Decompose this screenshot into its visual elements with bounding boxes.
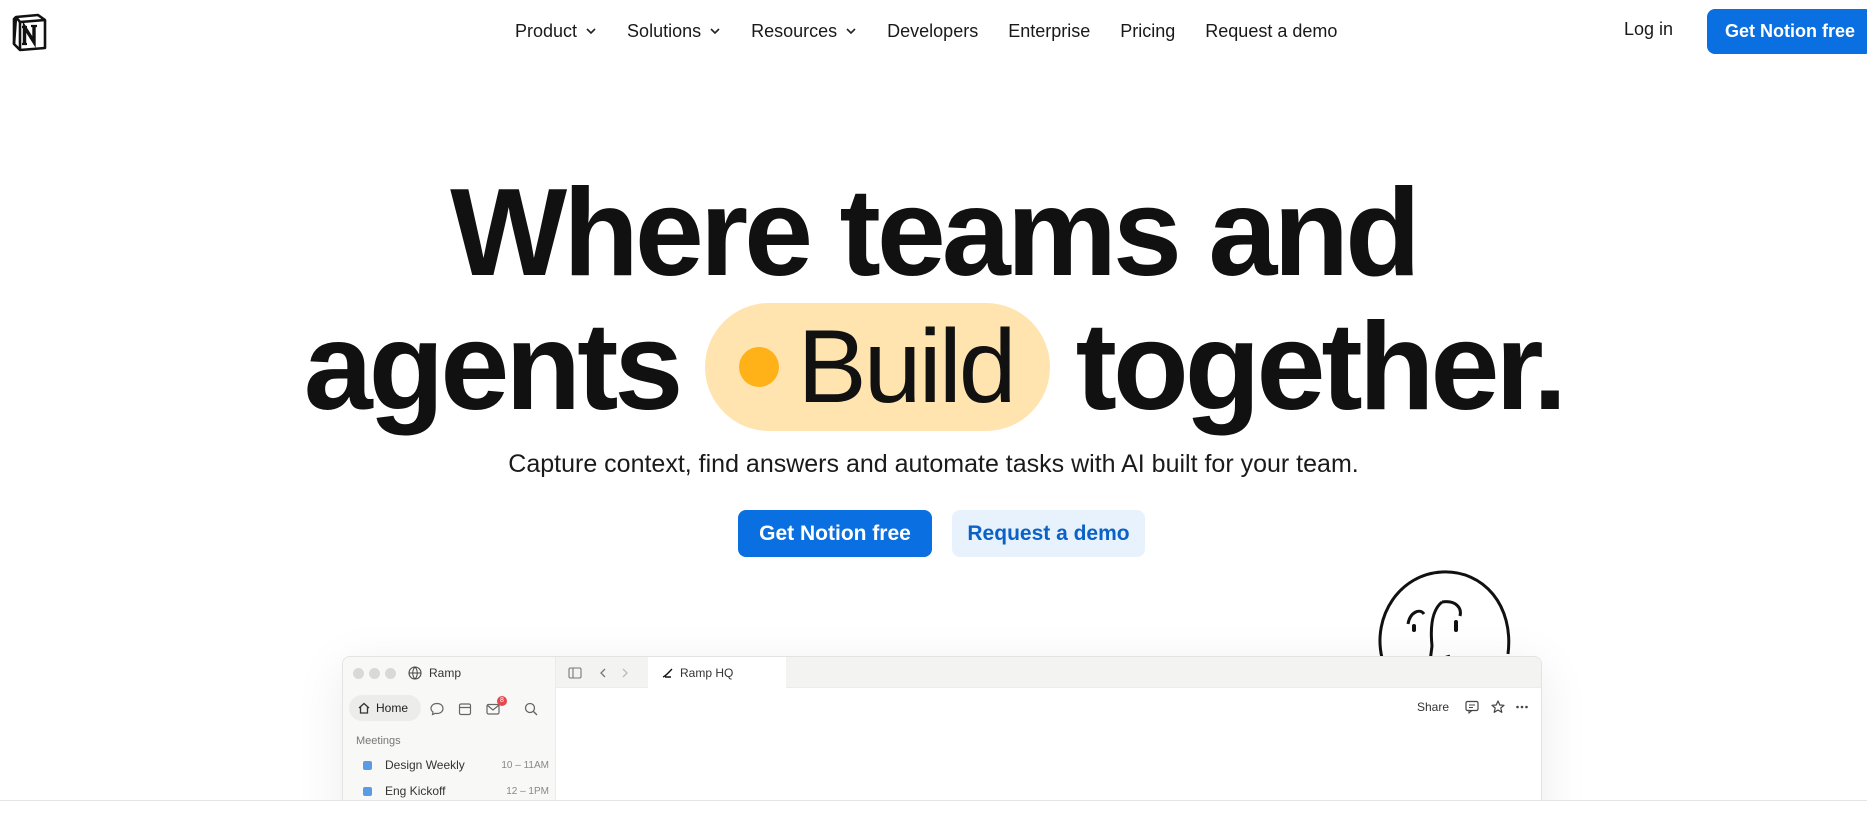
close-dot-icon xyxy=(353,668,364,679)
page-fold-divider xyxy=(0,800,1867,822)
chat-icon[interactable] xyxy=(429,701,445,717)
hero-headline-line2: agents Build together. xyxy=(0,292,1867,442)
chevron-down-icon xyxy=(710,28,720,35)
nav-links: Product Solutions Resources Developers E… xyxy=(515,0,1367,62)
hero-subtitle: Capture context, find answers and automa… xyxy=(508,450,1359,478)
pill-dot-icon xyxy=(739,347,780,387)
window-controls xyxy=(353,668,401,679)
meeting-item[interactable]: Design Weekly 10 – 11AM xyxy=(363,755,549,775)
nav-enterprise[interactable]: Enterprise xyxy=(1008,21,1090,42)
app-tab-bar: Ramp HQ xyxy=(556,657,1541,688)
meeting-square-icon xyxy=(363,786,372,796)
chevron-down-icon xyxy=(586,28,596,35)
comment-icon[interactable] xyxy=(1464,699,1480,715)
inbox-badge: 8 xyxy=(497,696,507,706)
hero-pill-text: Build xyxy=(797,308,1016,425)
hero-word-together: together. xyxy=(1075,298,1568,436)
home-icon xyxy=(358,702,370,714)
home-label: Home xyxy=(376,701,409,715)
hero-word-agents: agents xyxy=(303,298,684,436)
meeting-time: 10 – 11AM xyxy=(501,759,549,771)
notion-logo-icon[interactable] xyxy=(10,12,50,52)
meetings-section-label: Meetings xyxy=(356,735,401,747)
calendar-icon[interactable] xyxy=(457,701,473,717)
tab-title: Ramp HQ xyxy=(680,665,734,680)
hero-rotating-pill: Build xyxy=(705,303,1050,431)
chevron-down-icon xyxy=(846,28,856,35)
nav-product[interactable]: Product xyxy=(515,21,597,42)
ramp-logo-icon xyxy=(662,668,673,678)
share-button[interactable]: Share xyxy=(1417,700,1449,714)
meeting-item[interactable]: Eng Kickoff 12 – 1PM xyxy=(363,781,549,801)
minimize-dot-icon xyxy=(369,668,380,679)
login-link[interactable]: Log in xyxy=(1624,19,1673,40)
app-sidebar: Ramp Home 8 Meetings Design Weekly 10 – … xyxy=(343,657,556,822)
star-icon[interactable] xyxy=(1490,699,1506,715)
nav-solutions[interactable]: Solutions xyxy=(627,21,721,42)
meeting-name: Design Weekly xyxy=(385,758,465,772)
nav-resources[interactable]: Resources xyxy=(751,21,857,42)
nav-get-notion-button[interactable]: Get Notion free xyxy=(1707,9,1867,54)
globe-icon xyxy=(408,666,422,680)
request-demo-button[interactable]: Request a demo xyxy=(952,510,1145,557)
hero-headline-line1: Where teams and xyxy=(450,164,1421,302)
more-options-icon[interactable] xyxy=(1514,699,1530,715)
meeting-square-icon xyxy=(363,760,372,770)
get-notion-free-button[interactable]: Get Notion free xyxy=(738,510,932,557)
tab-ramp-hq[interactable]: Ramp HQ xyxy=(648,657,786,688)
sidebar-home-button[interactable]: Home xyxy=(349,695,421,721)
app-preview-window: Ramp Home 8 Meetings Design Weekly 10 – … xyxy=(342,656,1542,822)
back-arrow-icon[interactable] xyxy=(596,666,610,680)
nav-product-label: Product xyxy=(515,20,578,41)
nav-developers[interactable]: Developers xyxy=(887,21,978,42)
nav-pricing[interactable]: Pricing xyxy=(1120,21,1175,42)
nav-solutions-label: Solutions xyxy=(627,20,702,41)
meeting-time: 12 – 1PM xyxy=(506,785,549,797)
nav-resources-label: Resources xyxy=(751,20,838,41)
workspace-name[interactable]: Ramp xyxy=(429,666,461,680)
nav-request-demo[interactable]: Request a demo xyxy=(1205,21,1337,42)
top-nav: Product Solutions Resources Developers E… xyxy=(0,0,1867,62)
forward-arrow-icon[interactable] xyxy=(618,666,632,680)
meeting-name: Eng Kickoff xyxy=(385,784,446,798)
search-icon[interactable] xyxy=(523,701,539,717)
sidebar-toggle-icon[interactable] xyxy=(568,666,582,680)
maximize-dot-icon xyxy=(385,668,396,679)
